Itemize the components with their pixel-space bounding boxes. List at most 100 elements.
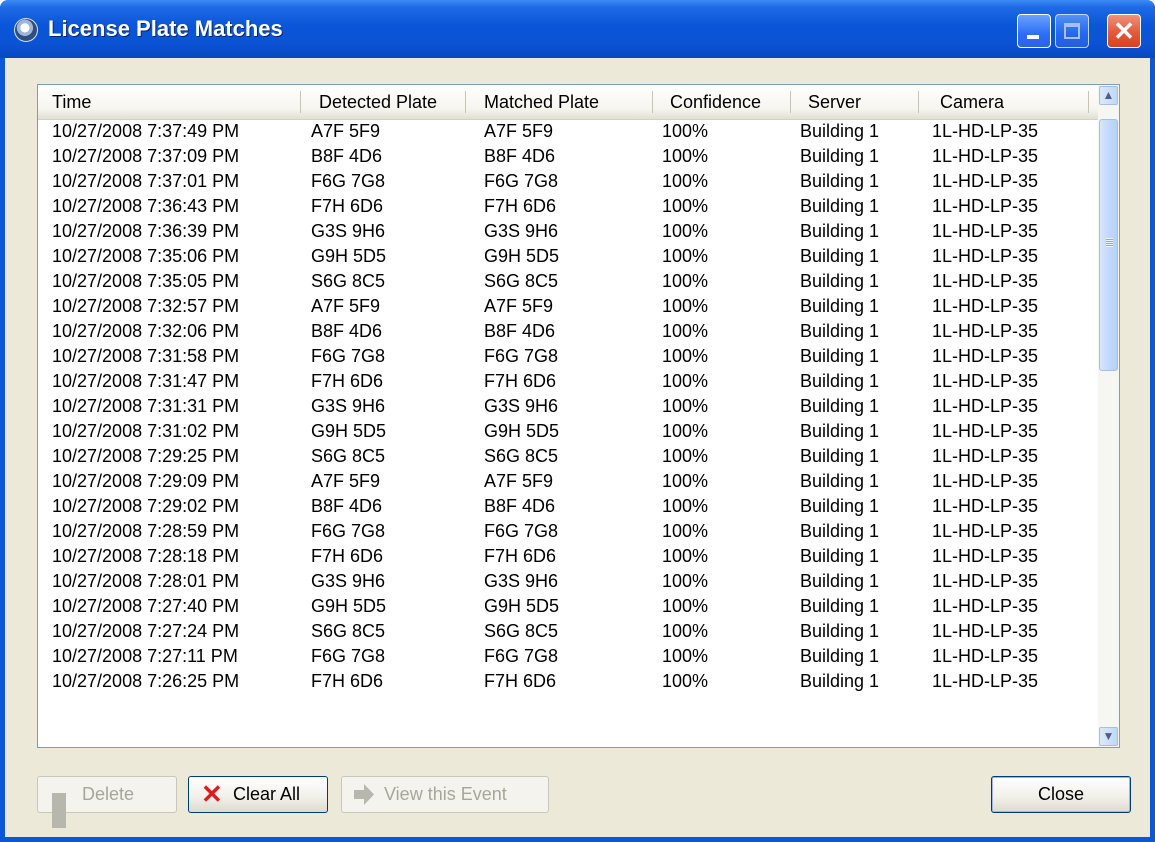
close-window-button[interactable]: ✕ (1107, 14, 1141, 48)
column-header-time[interactable]: Time (38, 85, 300, 119)
column-divider[interactable] (652, 91, 653, 113)
clear-all-button-label: Clear All (233, 784, 301, 804)
cell-camera: 1L-HD-LP-35 (932, 421, 1039, 441)
cell-detected-plate: F7H 6D6 (311, 196, 384, 216)
table-row[interactable]: 10/27/2008 7:37:09 PM B8F 4D6 B8F 4D6 100% B… (38, 144, 1100, 169)
cell-camera: 1L-HD-LP-35 (932, 296, 1039, 316)
cell-time: 10/27/2008 7:31:31 PM (52, 396, 240, 416)
cell-detected-plate: G3S 9H6 (311, 571, 386, 591)
delete-button[interactable]: Delete (37, 776, 177, 828)
cell-server: Building 1 (800, 521, 880, 541)
app-icon (14, 18, 38, 42)
table-row[interactable]: 10/27/2008 7:29:09 PM A7F 5F9 A7F 5F9 100% B… (38, 469, 1100, 494)
cell-server: Building 1 (800, 671, 880, 691)
cell-detected-plate: G3S 9H6 (311, 221, 386, 241)
table-row[interactable]: 10/27/2008 7:32:06 PM B8F 4D6 B8F 4D6 100% B… (38, 319, 1100, 344)
table-row[interactable]: 10/27/2008 7:27:40 PM G9H 5D5 G9H 5D5 100% B… (38, 594, 1100, 619)
cell-time: 10/27/2008 7:31:47 PM (52, 371, 240, 391)
cell-matched-plate: F6G 7G8 (484, 521, 559, 541)
cell-confidence: 100% (662, 496, 709, 516)
table-row[interactable]: 10/27/2008 7:31:31 PM G3S 9H6 G3S 9H6 100% B… (38, 394, 1100, 419)
red-x-icon: ✕ (201, 779, 223, 809)
cell-time: 10/27/2008 7:35:05 PM (52, 271, 240, 291)
cell-detected-plate: F7H 6D6 (311, 671, 384, 691)
column-header-server[interactable]: Server (794, 85, 918, 119)
cell-confidence: 100% (662, 521, 709, 541)
table-row[interactable]: 10/27/2008 7:37:01 PM F6G 7G8 F6G 7G8 100% B… (38, 169, 1100, 194)
cell-detected-plate: F7H 6D6 (311, 371, 384, 391)
cell-time: 10/27/2008 7:32:57 PM (52, 296, 240, 316)
column-divider[interactable] (1088, 91, 1089, 113)
cell-camera: 1L-HD-LP-35 (932, 446, 1039, 466)
table-row[interactable]: 10/27/2008 7:35:05 PM S6G 8C5 S6G 8C5 100% B… (38, 269, 1100, 294)
table-row[interactable]: 10/27/2008 7:29:02 PM B8F 4D6 B8F 4D6 100% B… (38, 494, 1100, 519)
maximize-button[interactable] (1055, 14, 1089, 48)
column-divider[interactable] (918, 91, 919, 113)
scroll-down-button[interactable]: ▼ (1099, 727, 1118, 746)
table-row[interactable]: 10/27/2008 7:36:39 PM G3S 9H6 G3S 9H6 100% B… (38, 219, 1100, 244)
cell-server: Building 1 (800, 321, 880, 341)
table-row[interactable]: 10/27/2008 7:28:01 PM G3S 9H6 G3S 9H6 100% B… (38, 569, 1100, 594)
cell-camera: 1L-HD-LP-35 (932, 171, 1039, 191)
window-title: License Plate Matches (48, 16, 283, 41)
view-this-event-button[interactable]: View this Event (341, 776, 549, 813)
table-row[interactable]: 10/27/2008 7:32:57 PM A7F 5F9 A7F 5F9 100% B… (38, 294, 1100, 319)
cell-time: 10/27/2008 7:37:09 PM (52, 146, 240, 166)
cell-camera: 1L-HD-LP-35 (932, 546, 1039, 566)
vertical-scrollbar[interactable]: ▲ ▼ (1098, 85, 1119, 747)
column-header-confidence[interactable]: Confidence (656, 85, 790, 119)
table-row[interactable]: 10/27/2008 7:36:43 PM F7H 6D6 F7H 6D6 100% B… (38, 194, 1100, 219)
column-header-matched-plate[interactable]: Matched Plate (470, 85, 652, 119)
cell-time: 10/27/2008 7:36:43 PM (52, 196, 240, 216)
table-row[interactable]: 10/27/2008 7:31:47 PM F7H 6D6 F7H 6D6 100% B… (38, 369, 1100, 394)
cell-camera: 1L-HD-LP-35 (932, 321, 1039, 341)
cell-time: 10/27/2008 7:28:59 PM (52, 521, 240, 541)
table-row[interactable]: 10/27/2008 7:37:49 PM A7F 5F9 A7F 5F9 100% B… (38, 119, 1100, 144)
title-bar[interactable]: License Plate Matches ✕ (0, 0, 1155, 58)
cell-camera: 1L-HD-LP-35 (932, 346, 1039, 366)
column-header-camera[interactable]: Camera (922, 85, 1088, 119)
cell-matched-plate: G9H 5D5 (484, 596, 560, 616)
column-divider[interactable] (300, 91, 301, 113)
cell-detected-plate: F6G 7G8 (311, 171, 386, 191)
cell-confidence: 100% (662, 671, 709, 691)
minimize-button[interactable] (1017, 14, 1051, 48)
cell-camera: 1L-HD-LP-35 (932, 646, 1039, 666)
cell-time: 10/27/2008 7:29:02 PM (52, 496, 240, 516)
table-row[interactable]: 10/27/2008 7:35:06 PM G9H 5D5 G9H 5D5 100% B… (38, 244, 1100, 269)
cell-confidence: 100% (662, 571, 709, 591)
license-plate-matches-window: License Plate Matches ✕ Time Detected Pl… (0, 0, 1155, 842)
table-row[interactable]: 10/27/2008 7:31:58 PM F6G 7G8 F6G 7G8 100% B… (38, 344, 1100, 369)
table-row[interactable]: 10/27/2008 7:28:59 PM F6G 7G8 F6G 7G8 100% B… (38, 519, 1100, 544)
cell-detected-plate: G9H 5D5 (311, 596, 387, 616)
cell-server: Building 1 (800, 421, 880, 441)
table-row[interactable]: 10/27/2008 7:31:02 PM G9H 5D5 G9H 5D5 100% B… (38, 419, 1100, 444)
column-header-detected-plate[interactable]: Detected Plate (305, 85, 465, 119)
cell-matched-plate: G3S 9H6 (484, 571, 559, 591)
scroll-thumb[interactable] (1099, 119, 1118, 371)
cell-server: Building 1 (800, 471, 880, 491)
table-row[interactable]: 10/27/2008 7:26:25 PM F7H 6D6 F7H 6D6 100% B… (38, 669, 1100, 694)
column-divider[interactable] (465, 91, 466, 113)
matches-list[interactable]: Time Detected Plate Matched Plate Confid… (37, 84, 1120, 748)
table-row[interactable]: 10/27/2008 7:29:25 PM S6G 8C5 S6G 8C5 100% B… (38, 444, 1100, 469)
table-row[interactable]: 10/27/2008 7:27:24 PM S6G 8C5 S6G 8C5 100% B… (38, 619, 1100, 644)
cell-matched-plate: S6G 8C5 (484, 446, 559, 466)
table-row[interactable]: 10/27/2008 7:27:11 PM F6G 7G8 F6G 7G8 100% B… (38, 644, 1100, 669)
cell-server: Building 1 (800, 496, 880, 516)
cell-camera: 1L-HD-LP-35 (932, 196, 1039, 216)
cell-server: Building 1 (800, 196, 880, 216)
cell-detected-plate: B8F 4D6 (311, 146, 383, 166)
table-row[interactable]: 10/27/2008 7:28:18 PM F7H 6D6 F7H 6D6 100% B… (38, 544, 1100, 569)
view-this-event-button-label: View this Event (384, 784, 507, 804)
cell-confidence: 100% (662, 171, 709, 191)
cell-camera: 1L-HD-LP-35 (932, 621, 1039, 641)
clear-all-button[interactable]: ✕ Clear All (188, 776, 328, 813)
close-button[interactable]: Close (991, 776, 1131, 813)
cell-time: 10/27/2008 7:28:01 PM (52, 571, 240, 591)
scroll-up-button[interactable]: ▲ (1099, 86, 1118, 105)
cell-time: 10/27/2008 7:28:18 PM (52, 546, 240, 566)
cell-server: Building 1 (800, 146, 880, 166)
chevron-up-icon: ▲ (1102, 88, 1115, 102)
column-divider[interactable] (790, 91, 791, 113)
